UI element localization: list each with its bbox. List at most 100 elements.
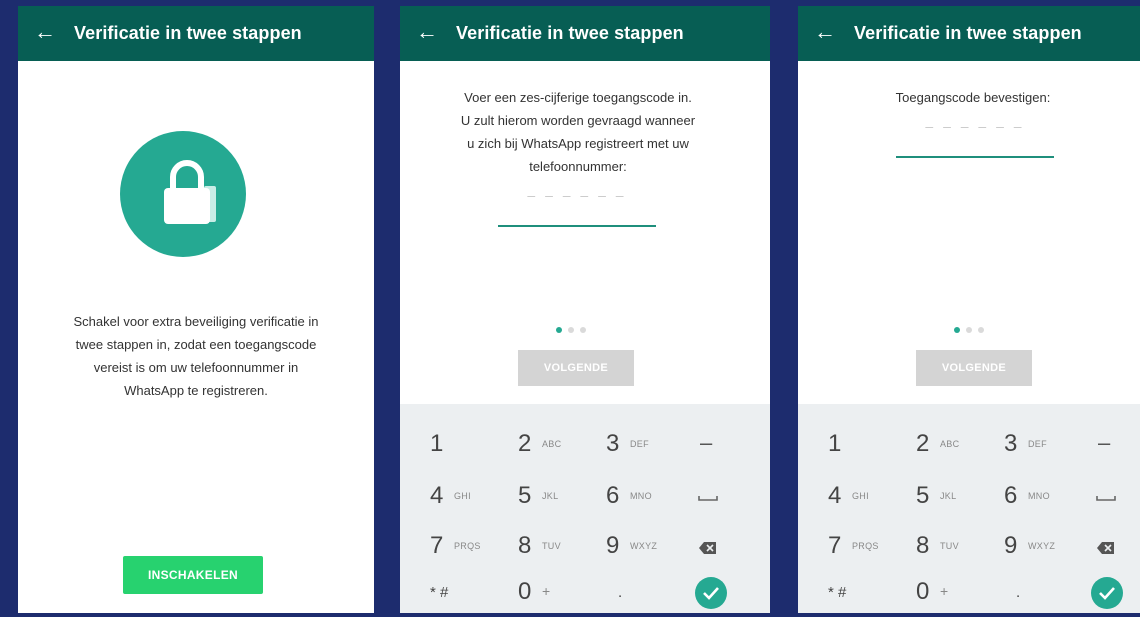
input-underline — [498, 225, 656, 227]
instruction-line: u zich bij WhatsApp registreert met uw — [467, 136, 689, 151]
page-dot — [580, 327, 586, 333]
back-arrow-icon[interactable]: ← — [416, 19, 438, 45]
key-symbol: * # — [828, 584, 847, 601]
key-space[interactable] — [1094, 478, 1140, 518]
page-indicator — [556, 320, 592, 333]
key-symbol: . — [1016, 584, 1021, 601]
key-digit: 0 — [916, 578, 930, 605]
key-dot[interactable]: . — [1016, 574, 1096, 613]
lock-badge — [120, 131, 246, 257]
confirm-passcode-input[interactable]: – – – – – – — [896, 118, 1054, 158]
instruction-line: telefoonnummer: — [529, 159, 627, 174]
backspace-icon — [1097, 542, 1114, 554]
key-backspace[interactable] — [698, 528, 770, 568]
key-digit: 5 — [916, 482, 930, 509]
instruction-line: Voer een zes-cijferige toegangscode in. — [464, 90, 692, 105]
page-dot-active — [556, 327, 562, 333]
key-3[interactable]: 3 DEF — [1004, 426, 1084, 466]
key-digit: 4 — [828, 482, 842, 509]
key-digit: 1 — [430, 430, 444, 457]
key-dot[interactable]: . — [618, 574, 698, 613]
key-letters: MNO — [630, 491, 652, 501]
key-digit: 7 — [828, 532, 842, 559]
key-digit: 1 — [828, 430, 842, 457]
confirm-button[interactable] — [695, 577, 727, 609]
key-5[interactable]: 5 JKL — [518, 478, 598, 518]
key-digit: 5 — [518, 482, 532, 509]
key-letters: PRQS — [852, 541, 879, 551]
key-8[interactable]: 8 TUV — [518, 528, 598, 568]
key-space[interactable] — [696, 478, 770, 518]
key-letters: + — [940, 583, 949, 599]
page-title: Verificatie in twee stappen — [854, 23, 1082, 43]
confirm-button[interactable] — [1091, 577, 1123, 609]
key-dash[interactable]: – — [700, 426, 770, 466]
screen-enable-two-step: ← Verificatie in twee stappen Schakel vo… — [18, 6, 374, 613]
key-backspace[interactable] — [1096, 528, 1140, 568]
key-digit: 0 — [518, 578, 532, 605]
key-letters: + — [542, 583, 551, 599]
back-arrow-icon[interactable]: ← — [814, 19, 836, 45]
page-dot — [966, 327, 972, 333]
key-1[interactable]: 1 — [430, 426, 510, 466]
description-line: Schakel voor extra beveiliging verificat… — [73, 314, 319, 329]
key-0[interactable]: 0 + — [518, 574, 598, 613]
screen-confirm-passcode: ← Verificatie in twee stappen Toegangsco… — [798, 6, 1140, 613]
passcode-input[interactable]: – – – – – – — [498, 187, 656, 227]
key-letters: WXYZ — [630, 541, 658, 551]
key-letters: TUV — [940, 541, 959, 551]
instruction: Toegangscode bevestigen: — [895, 90, 1051, 105]
key-9[interactable]: 9 WXYZ — [606, 528, 686, 568]
key-digit: 2 — [518, 430, 532, 457]
backspace-icon — [699, 542, 716, 554]
key-6[interactable]: 6 MNO — [606, 478, 686, 518]
enable-button[interactable]: INSCHAKELEN — [123, 556, 263, 594]
key-letters: PRQS — [454, 541, 481, 551]
key-2[interactable]: 2 ABC — [916, 426, 996, 466]
key-digit: 3 — [606, 430, 620, 457]
next-button[interactable]: VOLGENDE — [518, 350, 634, 386]
key-2[interactable]: 2 ABC — [518, 426, 598, 466]
key-3[interactable]: 3 DEF — [606, 426, 686, 466]
description-line: vereist is om uw telefoonnummer in — [93, 360, 299, 375]
numeric-keypad: 1 2 ABC 3 DEF – 4 GHI 5 JKL 6 MNO 7 PRQS 8 TUV … — [400, 404, 770, 613]
description: Schakel voor extra beveiliging verificat… — [18, 310, 374, 402]
back-arrow-icon[interactable]: ← — [34, 19, 56, 45]
instruction-line: U zult hierom worden gevraagd wanneer — [460, 113, 696, 128]
page-indicator — [954, 320, 990, 333]
description-line: twee stappen in, zodat een toegangscode — [75, 337, 317, 352]
key-digit: 4 — [430, 482, 444, 509]
key-symbol: – — [1098, 430, 1111, 455]
key-7[interactable]: 7 PRQS — [828, 528, 908, 568]
key-6[interactable]: 6 MNO — [1004, 478, 1084, 518]
key-letters: JKL — [542, 491, 559, 501]
next-button[interactable]: VOLGENDE — [916, 350, 1032, 386]
space-icon — [698, 496, 718, 501]
key-1[interactable]: 1 — [828, 426, 908, 466]
passcode-placeholder: – – – – – – — [925, 118, 1025, 134]
lock-icon — [164, 160, 216, 224]
key-star-hash[interactable]: * # — [828, 574, 908, 613]
description-line: WhatsApp te registreren. — [124, 383, 268, 398]
key-4[interactable]: 4 GHI — [828, 478, 908, 518]
key-letters: GHI — [454, 491, 471, 501]
key-5[interactable]: 5 JKL — [916, 478, 996, 518]
input-underline — [896, 156, 1054, 158]
key-symbol: * # — [430, 584, 449, 601]
key-letters: MNO — [1028, 491, 1050, 501]
key-4[interactable]: 4 GHI — [430, 478, 510, 518]
page-dot — [978, 327, 984, 333]
key-0[interactable]: 0 + — [916, 574, 996, 613]
screen-enter-passcode: ← Verificatie in twee stappen Voer een z… — [400, 6, 770, 613]
key-8[interactable]: 8 TUV — [916, 528, 996, 568]
key-letters: DEF — [1028, 439, 1047, 449]
key-letters: TUV — [542, 541, 561, 551]
key-dash[interactable]: – — [1098, 426, 1140, 466]
key-7[interactable]: 7 PRQS — [430, 528, 510, 568]
key-star-hash[interactable]: * # — [430, 574, 510, 613]
key-digit: 8 — [916, 532, 930, 559]
page-dot — [568, 327, 574, 333]
instruction: Voer een zes-cijferige toegangscode in. … — [400, 86, 756, 178]
key-9[interactable]: 9 WXYZ — [1004, 528, 1084, 568]
check-icon — [1099, 587, 1115, 600]
